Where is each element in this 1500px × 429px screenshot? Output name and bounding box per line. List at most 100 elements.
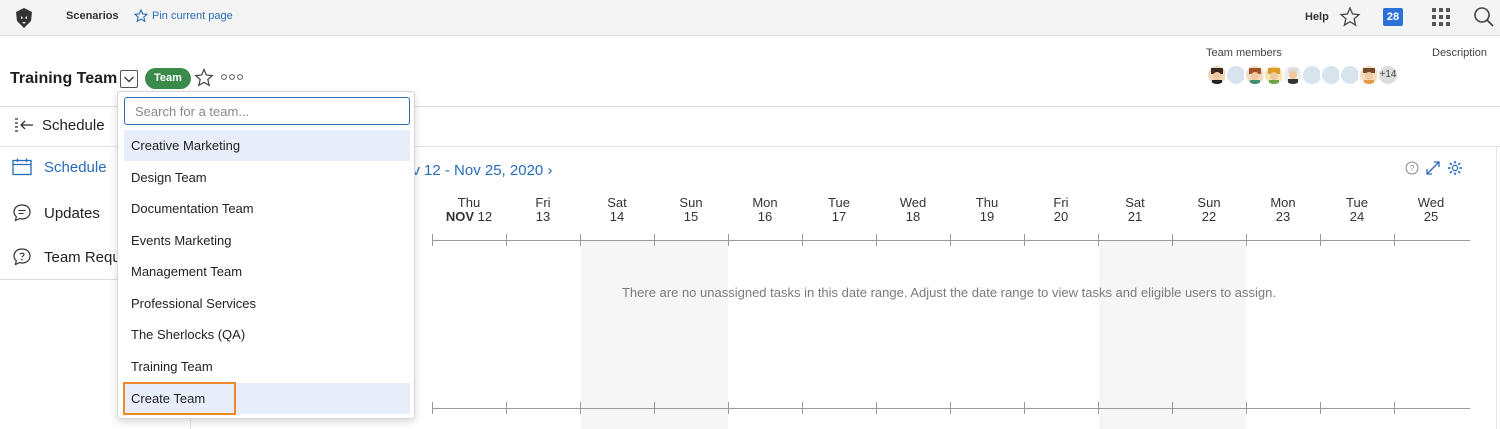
top-bar: Scenarios Pin current page Help 28 [0, 0, 1500, 36]
favorite-star-icon[interactable] [194, 68, 214, 88]
team-switcher-toggle[interactable] [120, 70, 138, 88]
more-options-button[interactable] [221, 71, 243, 85]
more-dots-icon [221, 74, 243, 80]
day-header: Wed 18 [876, 196, 950, 224]
calendar-icon [12, 158, 32, 176]
timeline-tick [506, 402, 507, 414]
timeline-tick [1394, 234, 1395, 246]
timeline-tick [1246, 402, 1247, 414]
question-bubble-icon [13, 248, 31, 266]
timeline-tick [1098, 402, 1099, 414]
day-header: Mon 23 [1246, 196, 1320, 224]
day-date: 19 [979, 209, 995, 224]
nav-collapse-label: Schedule [42, 116, 105, 134]
team-option[interactable]: The Sherlocks (QA) [124, 319, 410, 350]
timeline-tick [580, 234, 581, 246]
svg-text:?: ? [1410, 164, 1415, 173]
lion-logo-icon[interactable] [12, 6, 36, 30]
date-range-selector[interactable]: ov 12 - Nov 25, 2020 › [404, 162, 552, 179]
day-header: Sun 15 [654, 196, 728, 224]
timeline-tick [1024, 402, 1025, 414]
search-icon[interactable] [1473, 6, 1495, 28]
settings-gear-icon[interactable] [1447, 160, 1463, 176]
favorites-star-icon[interactable] [1339, 6, 1361, 28]
day-header: Wed 25 [1394, 196, 1468, 224]
team-option[interactable]: Management Team [124, 256, 410, 287]
day-header: Sat 14 [580, 196, 654, 224]
day-date: 16 [757, 209, 773, 224]
timeline-tick [1246, 234, 1247, 246]
timeline-tick [876, 402, 877, 414]
timeline-tick [506, 234, 507, 246]
day-of-week: Tue [1346, 195, 1368, 210]
day-of-week: Mon [1270, 195, 1296, 210]
team-option[interactable]: Documentation Team [124, 193, 410, 224]
timeline-tick [728, 402, 729, 414]
day-of-week: Thu [457, 195, 481, 210]
scenarios-link[interactable]: Scenarios [66, 10, 119, 22]
notifications-badge[interactable]: 28 [1383, 8, 1403, 26]
chevron-right-icon[interactable]: › [547, 162, 552, 179]
timeline-tick [432, 234, 433, 246]
team-search-input[interactable] [124, 97, 410, 125]
team-option[interactable]: Professional Services [124, 288, 410, 319]
team-option[interactable]: Events Marketing [124, 225, 410, 256]
sidebar-item-label: Schedule [44, 158, 107, 176]
expand-icon[interactable] [1425, 160, 1441, 176]
timeline-tick [728, 234, 729, 246]
team-type-badge: Team [145, 68, 191, 89]
sidebar-item-schedule[interactable]: Schedule [12, 158, 107, 176]
team-option[interactable]: Training Team [124, 351, 410, 382]
day-header: Thu NOV 12 [432, 196, 506, 224]
timeline-tick [1024, 234, 1025, 246]
timeline-tick [654, 402, 655, 414]
sidebar-item-label: Team Requ [44, 248, 121, 266]
weekend-band [1099, 240, 1246, 429]
timeline-axis-bottom [432, 408, 1470, 409]
more-members-count[interactable]: +14 [1377, 64, 1399, 86]
sidebar-item-team-requests[interactable]: Team Requ [12, 247, 121, 267]
nav-collapse-button[interactable]: Schedule [14, 116, 105, 134]
help-circle-icon[interactable]: ? [1405, 161, 1419, 175]
timeline-tick [1320, 234, 1321, 246]
timeline-tick [432, 402, 433, 414]
day-header: Fri 13 [506, 196, 580, 224]
day-date: 25 [1423, 209, 1439, 224]
day-of-week: Tue [828, 195, 850, 210]
day-header: Sat 21 [1098, 196, 1172, 224]
pin-icon [134, 9, 148, 23]
day-of-week: Sun [679, 195, 703, 210]
create-team-button[interactable]: Create Team [123, 382, 236, 415]
day-of-week: Fri [1053, 195, 1069, 210]
apps-grid-icon[interactable] [1431, 7, 1451, 27]
day-date: 21 [1127, 209, 1143, 224]
sidebar-item-updates[interactable]: Updates [12, 203, 100, 223]
month-label: NOV [445, 209, 475, 224]
team-option[interactable]: Creative Marketing [124, 130, 410, 161]
day-of-week: Wed [899, 195, 927, 210]
pin-current-page-button[interactable]: Pin current page [134, 9, 233, 23]
pin-label: Pin current page [152, 10, 233, 22]
page-title: Training Team [10, 70, 118, 87]
day-date: 13 [535, 209, 551, 224]
timeline-tick [654, 234, 655, 246]
day-header: Sun 22 [1172, 196, 1246, 224]
timeline-tick [802, 402, 803, 414]
day-header: Fri 20 [1024, 196, 1098, 224]
day-header: Thu 19 [950, 196, 1024, 224]
description-label[interactable]: Description [1432, 47, 1487, 59]
day-date: 17 [831, 209, 847, 224]
timeline-tick [580, 402, 581, 414]
date-range-label: ov 12 - Nov 25, 2020 [404, 162, 544, 179]
team-members-label: Team members [1206, 47, 1282, 59]
team-members-avatars[interactable]: +14 [1206, 64, 1399, 86]
day-date: 23 [1275, 209, 1291, 224]
schedule-toolbar: ? [1405, 160, 1463, 176]
timeline-tick [802, 234, 803, 246]
day-header: Tue 17 [802, 196, 876, 224]
help-link[interactable]: Help [1305, 11, 1329, 23]
date-number: 12 [477, 209, 493, 224]
team-option[interactable]: Design Team [124, 162, 410, 193]
day-date: 20 [1053, 209, 1069, 224]
day-of-week: Sat [607, 195, 627, 210]
